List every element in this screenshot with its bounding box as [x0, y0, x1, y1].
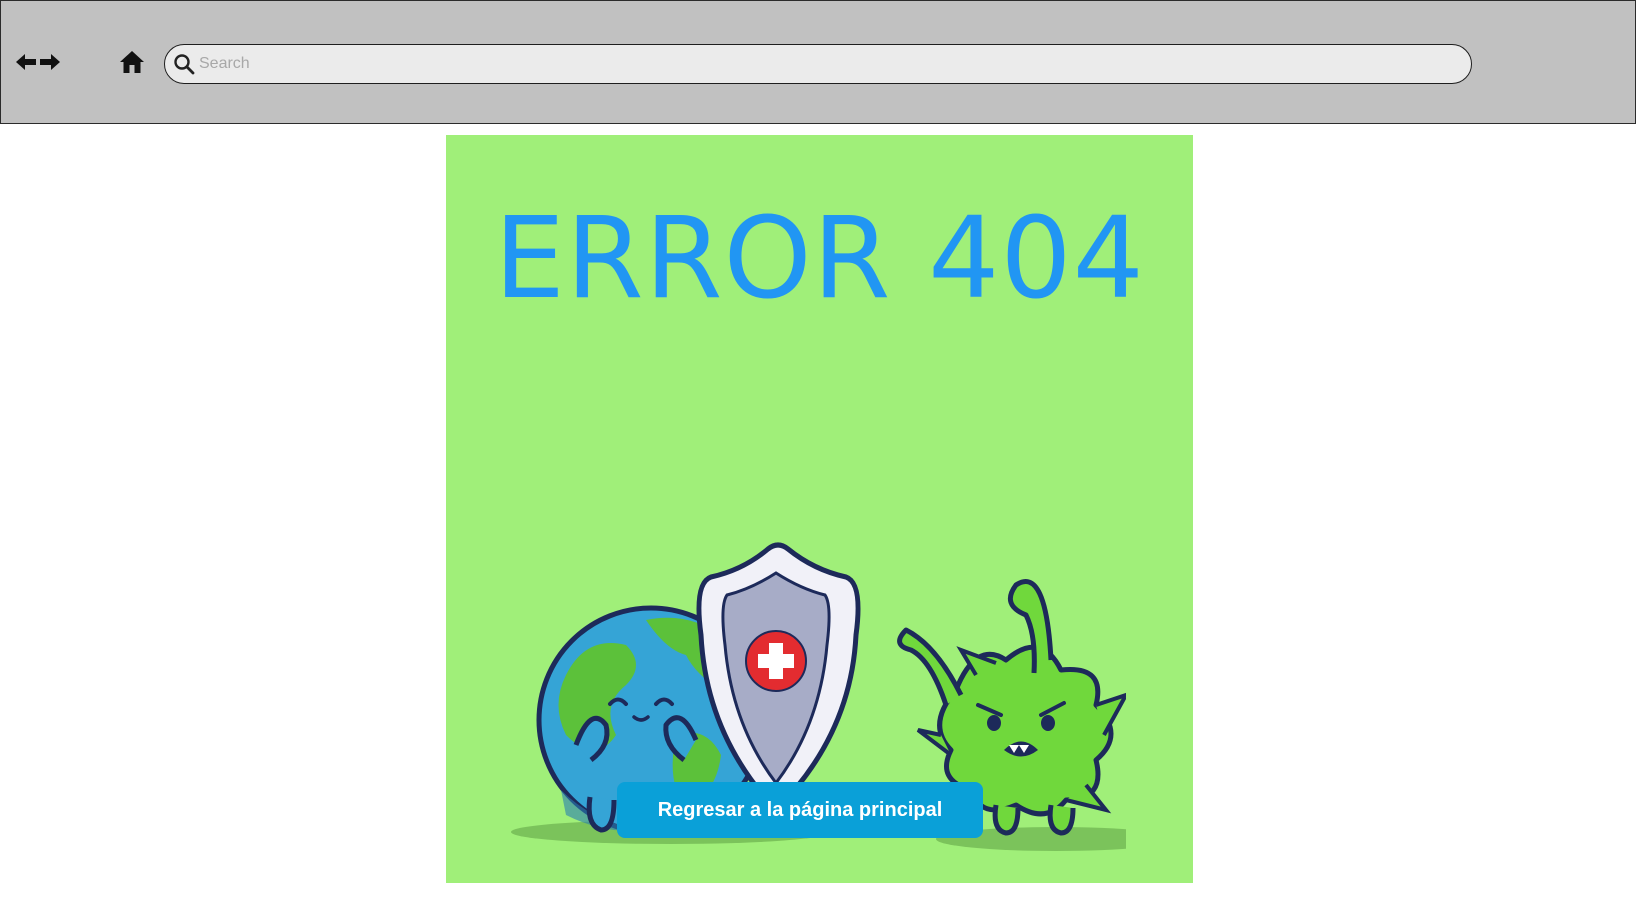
- search-bar[interactable]: [164, 44, 1472, 84]
- search-input[interactable]: [197, 48, 1471, 80]
- left-arrow-icon[interactable]: [15, 51, 37, 73]
- right-arrow-icon[interactable]: [39, 51, 61, 73]
- error-card: ERROR 404 Regresar a la página principal: [446, 135, 1193, 883]
- error-title: ERROR 404: [494, 194, 1145, 324]
- home-icon[interactable]: [119, 49, 145, 75]
- nav-arrows: [15, 51, 61, 73]
- search-icon: [174, 54, 195, 75]
- back-to-home-button[interactable]: Regresar a la página principal: [617, 782, 983, 838]
- browser-toolbar: [0, 0, 1636, 124]
